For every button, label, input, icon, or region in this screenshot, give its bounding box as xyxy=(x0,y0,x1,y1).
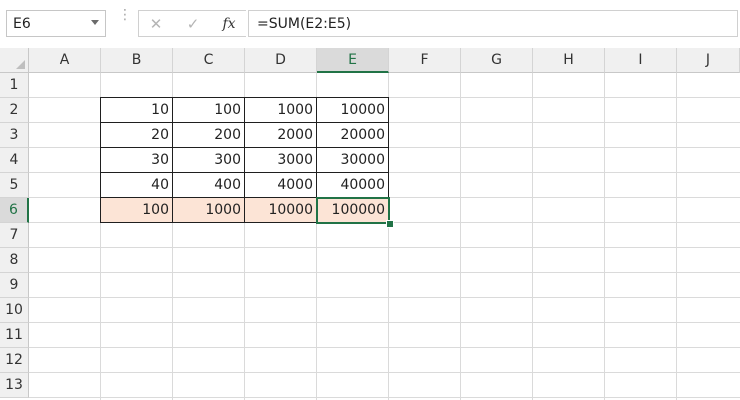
column-header-i[interactable]: I xyxy=(605,48,677,73)
column-header-e[interactable]: E xyxy=(317,48,389,73)
cell-e2[interactable]: 10000 xyxy=(316,97,389,123)
column-header-a[interactable]: A xyxy=(29,48,101,73)
cell-c3[interactable]: 200 xyxy=(172,122,245,148)
row-header-13[interactable]: 13 xyxy=(0,373,29,398)
gridline-horizontal xyxy=(29,372,740,373)
row-header-3[interactable]: 3 xyxy=(0,123,29,148)
cell-d4[interactable]: 3000 xyxy=(244,147,317,173)
fill-handle[interactable] xyxy=(386,220,394,228)
row-header-7[interactable]: 7 xyxy=(0,223,29,248)
cell-d5[interactable]: 4000 xyxy=(244,172,317,198)
row-header-2[interactable]: 2 xyxy=(0,98,29,123)
cell-c5[interactable]: 400 xyxy=(172,172,245,198)
gridline-horizontal xyxy=(29,347,740,348)
gridline-horizontal xyxy=(29,397,740,398)
cell-e6[interactable]: 100000 xyxy=(316,197,389,223)
gridline-horizontal xyxy=(29,247,740,248)
row-header-10[interactable]: 10 xyxy=(0,298,29,323)
gridline-horizontal xyxy=(29,297,740,298)
column-header-c[interactable]: C xyxy=(173,48,245,73)
cell-e4[interactable]: 30000 xyxy=(316,147,389,173)
row-header-4[interactable]: 4 xyxy=(0,148,29,173)
select-all-icon xyxy=(16,60,25,69)
column-header-h[interactable]: H xyxy=(533,48,605,73)
name-box-value[interactable]: E6 xyxy=(13,16,31,32)
row-header-6[interactable]: 6 xyxy=(0,198,29,223)
insert-function-icon[interactable]: fx xyxy=(217,14,241,34)
worksheet-grid[interactable]: ABCDEFGHIJ 1 2 3 4 5 6 7 8 9 10 11 12 13 10 100 1000 10… xyxy=(0,48,740,400)
formula-bar: E6 ⋮ ✕ ✓ fx =SUM(E2:E5) xyxy=(0,0,740,48)
column-header-j[interactable]: J xyxy=(677,48,740,73)
row-header-9[interactable]: 9 xyxy=(0,273,29,298)
formula-buttons: ✕ ✓ fx xyxy=(138,10,246,37)
column-header-b[interactable]: B xyxy=(101,48,173,73)
column-header-f[interactable]: F xyxy=(389,48,461,73)
cell-d2[interactable]: 1000 xyxy=(244,97,317,123)
column-header-d[interactable]: D xyxy=(245,48,317,73)
gridline-horizontal xyxy=(29,272,740,273)
cell-b3[interactable]: 20 xyxy=(100,122,173,148)
row-header-5[interactable]: 5 xyxy=(0,173,29,198)
select-all-button[interactable] xyxy=(0,48,29,73)
cell-d6[interactable]: 10000 xyxy=(244,197,317,223)
row-header-8[interactable]: 8 xyxy=(0,248,29,273)
cell-c6[interactable]: 1000 xyxy=(172,197,245,223)
cell-e3[interactable]: 20000 xyxy=(316,122,389,148)
row-header-12[interactable]: 12 xyxy=(0,348,29,373)
cell-e5[interactable]: 40000 xyxy=(316,172,389,198)
formula-input[interactable]: =SUM(E2:E5) xyxy=(248,10,738,37)
cell-b6[interactable]: 100 xyxy=(100,197,173,223)
cell-d3[interactable]: 2000 xyxy=(244,122,317,148)
chevron-down-icon[interactable] xyxy=(91,20,99,25)
row-header-1[interactable]: 1 xyxy=(0,73,29,98)
cell-b4[interactable]: 30 xyxy=(100,147,173,173)
cell-c2[interactable]: 100 xyxy=(172,97,245,123)
column-header-g[interactable]: G xyxy=(461,48,533,73)
row-header-11[interactable]: 11 xyxy=(0,323,29,348)
cell-b2[interactable]: 10 xyxy=(100,97,173,123)
gridline-horizontal xyxy=(29,322,740,323)
cell-b5[interactable]: 40 xyxy=(100,172,173,198)
cell-c4[interactable]: 300 xyxy=(172,147,245,173)
name-box[interactable]: E6 xyxy=(6,10,106,37)
cancel-icon[interactable]: ✕ xyxy=(144,14,168,34)
enter-icon[interactable]: ✓ xyxy=(181,14,205,34)
formula-text[interactable]: =SUM(E2:E5) xyxy=(257,16,351,32)
more-options-icon[interactable]: ⋮ xyxy=(118,8,132,35)
